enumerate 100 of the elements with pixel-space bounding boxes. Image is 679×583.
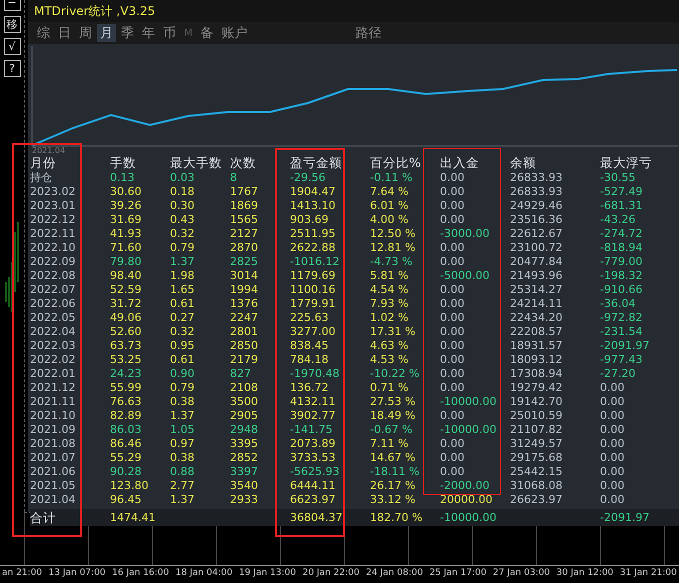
column-header: 次数 (230, 156, 257, 171)
table-cell-text: 2905 (230, 409, 259, 423)
table-cell-text: -0.67 % (370, 423, 414, 437)
table-cell-text: 76.63 (110, 395, 142, 409)
table-cell-text: 1779.91 (290, 297, 336, 311)
table-cell-text: 26833.93 (510, 185, 564, 199)
table-cell-text: 0.97 (170, 437, 196, 451)
table-cell-text: 31249.57 (510, 437, 564, 451)
tab[interactable]: 备 (198, 24, 217, 42)
table-cell-text: 55.29 (110, 451, 142, 465)
table-cell-text: 1.05 (170, 423, 196, 437)
table-cell-text: 0.43 (170, 213, 196, 227)
table-cell-text: 182.70 % (370, 510, 424, 524)
table-cell-text: 2127 (230, 227, 259, 241)
table-cell-text: 0.00 (440, 241, 466, 255)
table-cell-text: 86.03 (110, 423, 142, 437)
table-cell-text: 2.77 (170, 479, 196, 493)
tool-button[interactable]: 移 (4, 16, 20, 33)
table-cell-text: 71.60 (110, 241, 142, 255)
month-cell-text: 2021.07 (30, 451, 76, 465)
tool-button[interactable]: − (4, 0, 20, 11)
table-cell-text: 1413.10 (290, 199, 336, 213)
table-cell-text: 96.45 (110, 493, 142, 507)
tool-button[interactable]: √ (4, 38, 20, 55)
table-cell-text: 784.18 (290, 353, 330, 367)
month-cell-text: 2022.08 (30, 269, 76, 283)
column-header: 百分比% (370, 156, 422, 171)
table-cell-text: 3395 (230, 437, 259, 451)
table-cell-text: -1016.12 (290, 255, 340, 269)
time-axis-label: 25 Jan 17:00 (429, 567, 486, 580)
table-cell-text: 0.61 (170, 297, 196, 311)
table-cell-text: 4.63 % (370, 339, 410, 353)
month-cell-text: 2021.05 (30, 479, 76, 493)
tab[interactable]: 日 (55, 24, 74, 42)
table-cell-text: 0.95 (170, 339, 196, 353)
table-cell-text: 82.89 (110, 409, 142, 423)
table-cell-text: 25442.15 (510, 465, 564, 479)
table-cell-text: -10000.00 (440, 510, 498, 524)
table-cell-text: 0.00 (440, 339, 466, 353)
total-label: 合计 (30, 510, 57, 524)
tab[interactable]: 季 (118, 24, 137, 42)
table-cell-text: -10.22 % (370, 367, 420, 381)
table-cell-text: 3733.53 (290, 451, 336, 465)
table-cell-text: 33.12 % (370, 493, 416, 507)
table-cell-text: 55.99 (110, 381, 142, 395)
table-cell-text: 0.79 (170, 381, 196, 395)
table-cell-text: 17308.94 (510, 367, 564, 381)
table-cell-text: 0.27 (170, 311, 196, 325)
table-cell-text: 24.23 (110, 367, 142, 381)
table-cell-text: -10000.00 (440, 423, 498, 437)
table-cell-text: 4.00 % (370, 213, 410, 227)
tab[interactable]: 账户 (218, 24, 251, 42)
table-cell-text: -0.11 % (370, 171, 414, 185)
time-axis-label: an 21:00 (2, 567, 42, 580)
tab[interactable]: 月 (97, 24, 116, 42)
tab[interactable]: 综 (34, 24, 53, 42)
table-cell-text: -274.72 (600, 227, 644, 241)
time-axis-label: 19 Jan 13:00 (238, 567, 296, 580)
tab[interactable]: 币 (160, 24, 179, 42)
table-cell-text: -818.94 (600, 241, 644, 255)
table-cell-text: 0.00 (440, 213, 466, 227)
table-cell-text: 3540 (230, 479, 259, 493)
column-header: 盈亏金额 (290, 156, 343, 171)
month-cell-text: 2022.09 (30, 255, 76, 269)
table-cell-text: 0.18 (170, 185, 196, 199)
table-cell-text: 2622.88 (290, 241, 336, 255)
table-cell-text: 1.98 (170, 269, 196, 283)
table-cell-text: 29175.68 (510, 451, 564, 465)
table-cell-text: 225.63 (290, 311, 330, 325)
table-cell-text: -2091.97 (600, 339, 650, 353)
table-cell-text: 79.80 (110, 255, 142, 269)
table-cell-text: -18.11 % (370, 465, 420, 479)
table-cell-text: -977.43 (600, 353, 644, 367)
table-cell-text: 26833.93 (510, 171, 564, 185)
tab[interactable]: 年 (139, 24, 158, 42)
table-cell-text: 4132.11 (290, 395, 336, 409)
table-cell-text: 2511.95 (290, 227, 336, 241)
table-cell-text: 1474.41 (110, 510, 156, 524)
table-cell-text: -36.04 (600, 297, 636, 311)
month-cell-text: 2022.05 (30, 311, 76, 325)
table-cell-text: 1904.47 (290, 185, 336, 199)
table-cell-text: 26623.97 (510, 493, 564, 507)
table-cell-text: 30.60 (110, 185, 142, 199)
tab[interactable]: 周 (76, 24, 95, 42)
table-cell-text: 31068.08 (510, 479, 564, 493)
table-cell-text: 0.61 (170, 353, 196, 367)
column-header: 手数 (110, 156, 137, 171)
table-cell-text: 0.00 (600, 451, 626, 465)
table-cell-text: 0.00 (600, 465, 626, 479)
table-cell-text: 24929.46 (510, 199, 564, 213)
table-cell-text: 1.02 % (370, 311, 410, 325)
table-cell-text: 20477.84 (510, 255, 564, 269)
column-header: 出入金 (440, 156, 480, 171)
table-cell-text: 14.67 % (370, 451, 416, 465)
table-cell-text: 8 (230, 171, 238, 185)
column-header: 余额 (510, 156, 537, 171)
table-cell-text: 0.32 (170, 227, 196, 241)
tool-button[interactable]: ? (4, 60, 20, 77)
path-button[interactable]: 路径 (352, 24, 385, 42)
table-cell-text: 1767 (230, 185, 259, 199)
